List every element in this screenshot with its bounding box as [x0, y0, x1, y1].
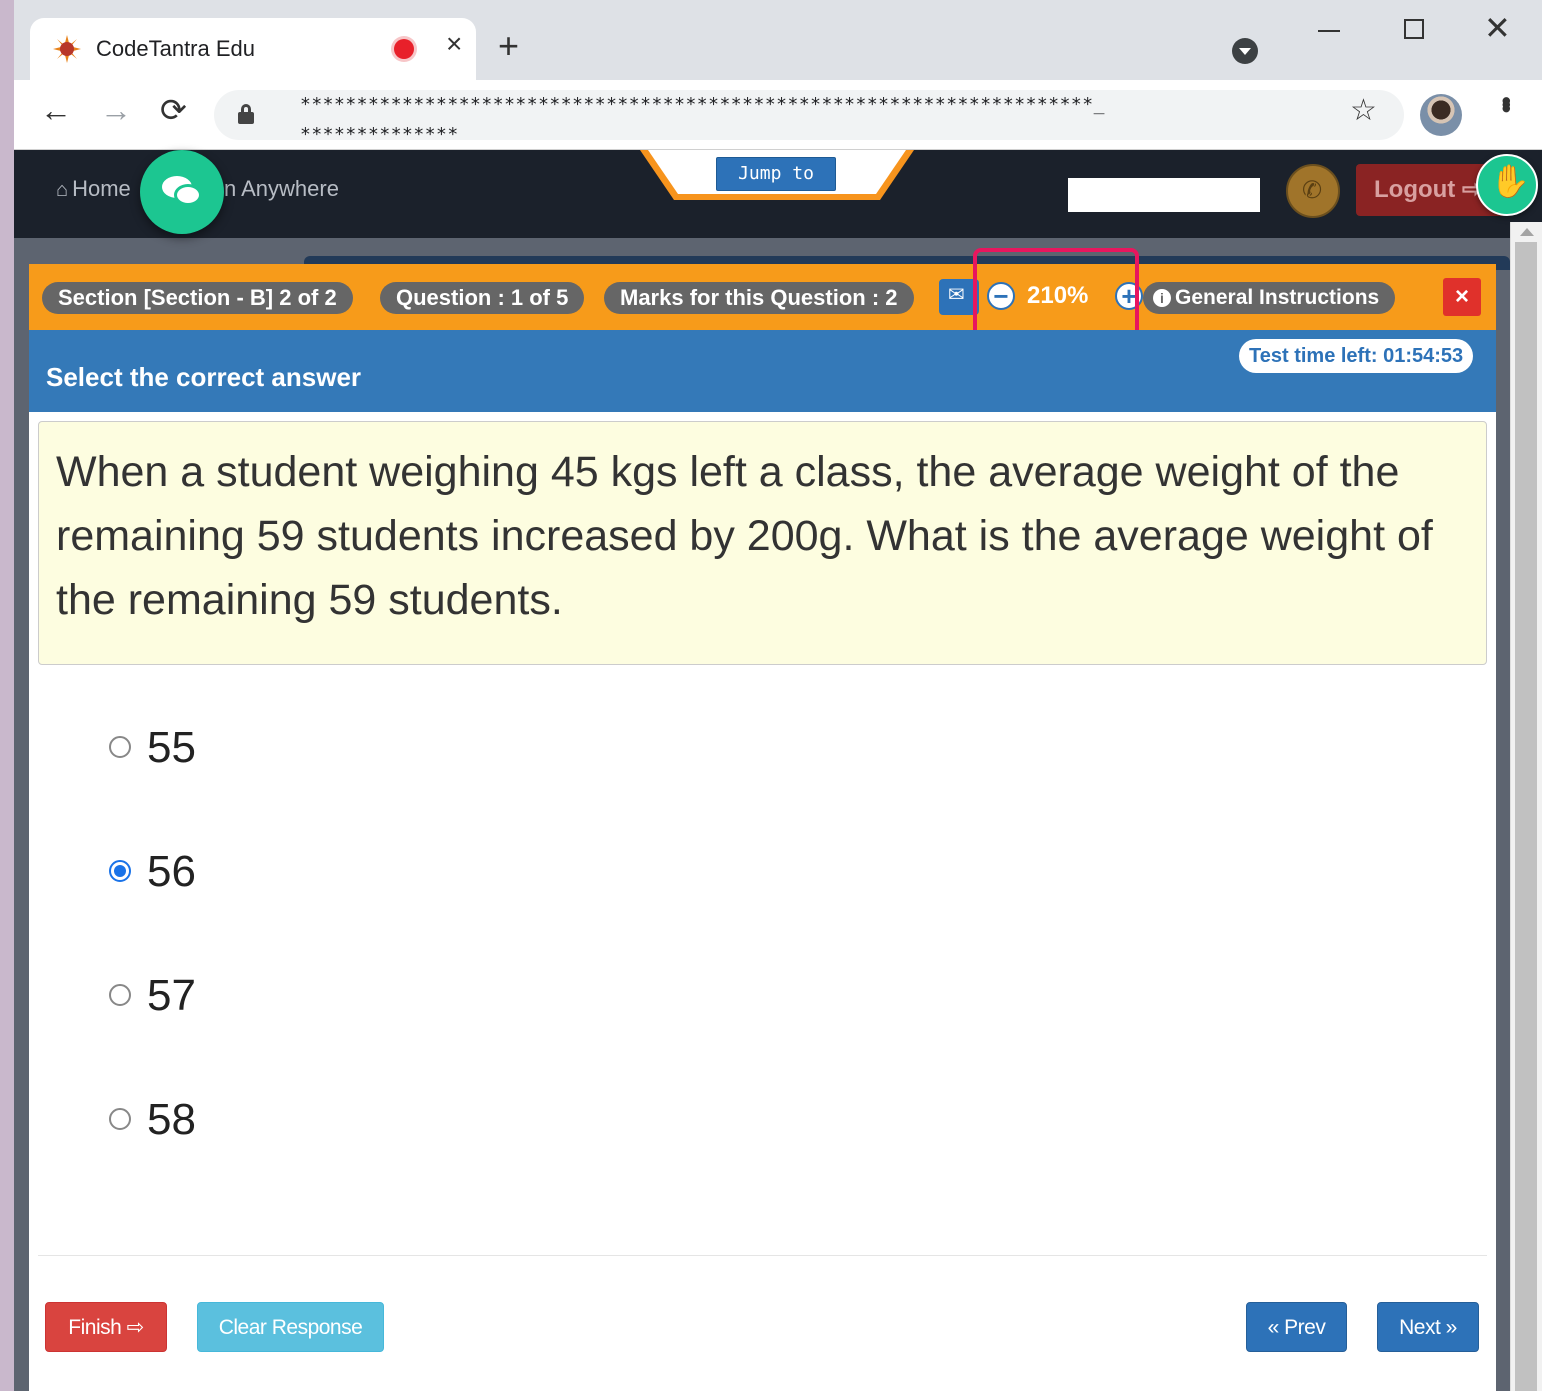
- option-label: 58: [147, 1095, 196, 1144]
- phone-icon: ✆: [1302, 177, 1323, 204]
- scroll-up-arrow-icon[interactable]: [1520, 228, 1534, 236]
- browser-window: CodeTantra Edu × + ✕ ← → ⟳ *************…: [14, 0, 1542, 1391]
- hand-icon: ✋: [1490, 163, 1530, 199]
- reload-button[interactable]: ⟳: [160, 94, 187, 126]
- call-button[interactable]: ✆: [1286, 164, 1340, 218]
- radio-button[interactable]: [109, 984, 131, 1006]
- home-icon: ⌂: [56, 179, 69, 201]
- radio-button[interactable]: [109, 1108, 131, 1130]
- address-bar[interactable]: ****************************************…: [214, 90, 1404, 145]
- minimize-button[interactable]: [1318, 30, 1340, 32]
- question-box: When a student weighing 45 kgs left a cl…: [38, 421, 1487, 665]
- browser-menu-icon[interactable]: •••: [1491, 96, 1522, 107]
- question-text: When a student weighing 45 kgs left a cl…: [56, 448, 1433, 624]
- question-info-bar: Section [Section - B] 2 of 2 Question : …: [29, 248, 1496, 338]
- forward-button[interactable]: →: [100, 94, 132, 126]
- footer-divider: [38, 1255, 1487, 1256]
- close-tab-icon[interactable]: ×: [446, 30, 462, 58]
- chat-fab-button[interactable]: [140, 150, 224, 234]
- marks-badge: Marks for this Question : 2: [604, 282, 914, 314]
- next-button[interactable]: Next »: [1377, 1302, 1479, 1352]
- window-close-button[interactable]: ✕: [1484, 12, 1511, 44]
- codetantra-logo-icon: [53, 35, 81, 63]
- tab-search-icon[interactable]: [1232, 38, 1258, 64]
- back-button[interactable]: ←: [40, 94, 72, 126]
- test-timer: Test time left: 01:54:53: [1239, 339, 1474, 373]
- comment-icon: ✉: [948, 284, 965, 306]
- raise-hand-button[interactable]: ✋: [1476, 154, 1538, 216]
- redacted-user-name: [1068, 178, 1260, 212]
- maximize-button[interactable]: [1404, 19, 1424, 39]
- option-label: 57: [147, 971, 196, 1020]
- zoom-highlight-box: [973, 248, 1139, 338]
- anywhere-link[interactable]: n Anywhere: [224, 176, 339, 202]
- prev-button[interactable]: « Prev: [1246, 1302, 1347, 1352]
- home-link[interactable]: ⌂ Home: [56, 176, 131, 202]
- clear-response-button[interactable]: Clear Response: [197, 1302, 384, 1352]
- radio-button[interactable]: [109, 736, 131, 758]
- browser-tab[interactable]: CodeTantra Edu ×: [30, 18, 476, 80]
- recording-icon: [394, 39, 414, 59]
- instruction-title: Select the correct answer: [46, 362, 362, 392]
- scrollbar[interactable]: [1510, 222, 1542, 1391]
- question-number-badge: Question : 1 of 5: [380, 282, 585, 314]
- option-label: 55: [147, 723, 196, 772]
- jump-to-button[interactable]: Jump to: [716, 157, 836, 191]
- question-panel: Section [Section - B] 2 of 2 Question : …: [29, 248, 1496, 1391]
- tab-title: CodeTantra Edu: [96, 36, 255, 61]
- question-header: Select the correct answer Test time left…: [29, 330, 1496, 412]
- section-badge: Section [Section - B] 2 of 2: [42, 282, 353, 314]
- scroll-thumb[interactable]: [1515, 242, 1537, 1391]
- option-label: 56: [147, 847, 196, 896]
- new-tab-button[interactable]: +: [498, 28, 519, 64]
- general-instructions-button[interactable]: i General Instructions: [1143, 282, 1396, 314]
- radio-button-selected[interactable]: [109, 860, 131, 882]
- info-icon: i: [1153, 289, 1171, 307]
- close-panel-button[interactable]: ×: [1443, 278, 1481, 316]
- url-text-line1: ****************************************…: [300, 94, 1105, 115]
- bookmark-star-icon[interactable]: ☆: [1350, 96, 1377, 126]
- profile-avatar[interactable]: [1420, 94, 1462, 136]
- tab-strip: CodeTantra Edu × + ✕: [14, 0, 1542, 80]
- browser-toolbar: ← → ⟳ **********************************…: [14, 80, 1542, 150]
- lock-icon: [238, 104, 254, 124]
- url-text-line2: **************: [300, 124, 459, 145]
- finish-button[interactable]: Finish ⇨: [45, 1302, 167, 1352]
